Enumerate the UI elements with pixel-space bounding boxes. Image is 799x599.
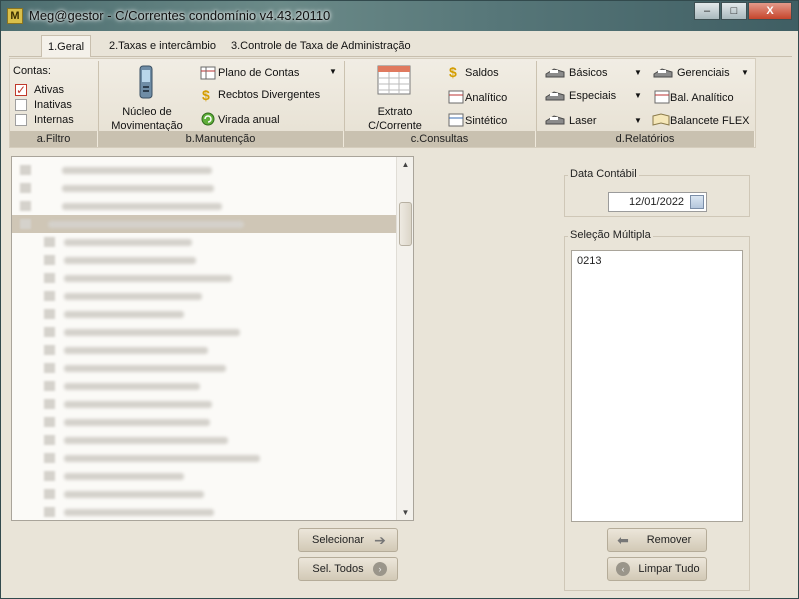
remover-label: Remover — [646, 534, 692, 546]
internas-label: Internas — [34, 114, 74, 126]
tree-row[interactable] — [12, 197, 402, 215]
internas-checkbox[interactable] — [15, 114, 27, 126]
tree-row[interactable] — [12, 305, 402, 323]
circle-arrow-right-icon: › — [373, 562, 387, 576]
tab-controle-taxa[interactable]: 3.Controle de Taxa de Administração — [225, 35, 417, 57]
group-manutencao-label: b.Manutenção — [98, 131, 344, 147]
tree-row[interactable] — [12, 449, 402, 467]
printer-icon — [653, 68, 673, 78]
scroll-up-icon[interactable]: ▲ — [397, 160, 413, 169]
analitico-table-icon — [448, 90, 464, 104]
ativas-checkbox[interactable]: ✓ — [15, 84, 27, 96]
data-contabil-value: 12/01/2022 — [629, 196, 685, 208]
tree-row[interactable] — [12, 341, 402, 359]
dollar-icon: $ — [202, 87, 210, 103]
tree-scrollbar[interactable]: ▲ ▼ — [396, 157, 413, 520]
sel-todos-button[interactable]: Sel. Todos › — [298, 557, 398, 581]
table-icon — [200, 66, 216, 80]
remover-button[interactable]: ⬅ Remover — [607, 528, 707, 552]
limpar-tudo-button[interactable]: ‹ Limpar Tudo — [607, 557, 707, 581]
extrato-label: Extrato C/Corrente — [368, 106, 422, 132]
saldos-button[interactable]: Saldos — [465, 67, 499, 79]
list-item[interactable]: 0213 — [577, 255, 601, 267]
tree-row[interactable] — [12, 413, 402, 431]
balancete-flex-button[interactable]: Balancete FLEX — [670, 115, 750, 127]
tree-row-selected[interactable] — [12, 215, 396, 233]
tree-row[interactable] — [12, 359, 402, 377]
window-title: Meg@gestor - C/Correntes condomínio v4.4… — [29, 8, 331, 23]
book-icon — [652, 113, 670, 126]
tree-row[interactable] — [12, 467, 402, 485]
laser-button[interactable]: Laser — [569, 115, 597, 127]
title-bar: M Meg@gestor - C/Correntes condomínio v4… — [1, 1, 798, 31]
ativas-label: Ativas — [34, 84, 64, 96]
minimize-button[interactable]: – — [694, 2, 720, 20]
maximize-button[interactable]: □ — [721, 2, 747, 20]
cycle-icon — [201, 112, 215, 126]
tree-row[interactable] — [12, 431, 402, 449]
printer-icon — [545, 91, 565, 101]
especiais-chevron-down-icon[interactable]: ▼ — [634, 91, 642, 100]
close-button[interactable]: X — [748, 2, 792, 20]
limpar-tudo-label: Limpar Tudo — [638, 563, 700, 575]
tree-row[interactable] — [12, 287, 402, 305]
nucleo-movimentacao-button[interactable]: Núcleo de Movimentação — [106, 63, 188, 132]
tree-row[interactable] — [12, 179, 402, 197]
scroll-down-icon[interactable]: ▼ — [397, 508, 413, 517]
tree-row[interactable] — [12, 503, 402, 520]
tree-row[interactable] — [12, 269, 402, 287]
plano-contas-button[interactable]: Plano de Contas — [218, 67, 299, 79]
extrato-ccorrente-button[interactable]: Extrato C/Corrente — [355, 63, 435, 132]
saldos-dollar-icon: $ — [449, 64, 457, 80]
main-window: M Meg@gestor - C/Correntes condomínio v4… — [0, 0, 799, 599]
ribbon: Contas: ✓ Ativas Inativas Internas Núcle… — [9, 58, 756, 148]
tree-row[interactable] — [12, 485, 402, 503]
bal-table-icon — [654, 90, 670, 104]
sintetico-table-icon — [448, 113, 464, 127]
accounts-tree[interactable]: ▲ ▼ — [11, 156, 414, 521]
gerenciais-chevron-down-icon[interactable]: ▼ — [741, 68, 749, 77]
tree-row[interactable] — [12, 161, 402, 179]
group-filtro-label: a.Filtro — [10, 131, 98, 147]
group-consultas-label: c.Consultas — [344, 131, 536, 147]
selecao-multipla-label: Seleção Múltipla — [568, 229, 653, 241]
printer-icon — [545, 68, 565, 78]
analitico-button[interactable]: Analítico — [465, 92, 507, 104]
tab-geral[interactable]: 1.Geral — [41, 35, 92, 57]
tree-row[interactable] — [12, 377, 402, 395]
recbtos-divergentes-button[interactable]: Recbtos Divergentes — [218, 89, 320, 101]
data-contabil-input[interactable]: 12/01/2022 — [608, 192, 707, 212]
especiais-button[interactable]: Especiais — [569, 90, 616, 102]
arrow-right-icon: ➔ — [374, 532, 386, 548]
tree-row[interactable] — [12, 251, 402, 269]
tab-taxas[interactable]: 2.Taxas e intercâmbio — [103, 35, 222, 57]
contas-label: Contas: — [13, 65, 51, 77]
tab-bar: 1.Geral 2.Taxas e intercâmbio 3.Controle… — [9, 35, 792, 57]
inativas-checkbox[interactable] — [15, 99, 27, 111]
printer-icon — [545, 115, 565, 125]
nucleo-label: Núcleo de Movimentação — [111, 106, 183, 132]
tree-row[interactable] — [12, 323, 402, 341]
app-logo-icon: M — [7, 8, 23, 24]
device-icon — [139, 65, 153, 99]
bal-analitico-button[interactable]: Bal. Analítico — [670, 92, 734, 104]
virada-anual-button[interactable]: Virada anual — [218, 114, 280, 126]
selecionar-button[interactable]: Selecionar ➔ — [298, 528, 398, 552]
sintetico-button[interactable]: Sintético — [465, 115, 507, 127]
spreadsheet-icon — [377, 65, 411, 95]
group-relatorios-label: d.Relatórios — [536, 131, 755, 147]
calendar-icon[interactable] — [690, 195, 704, 209]
gerenciais-button[interactable]: Gerenciais — [677, 67, 730, 79]
tree-row[interactable] — [12, 395, 402, 413]
tree-row[interactable] — [12, 233, 402, 251]
inativas-label: Inativas — [34, 99, 72, 111]
selecao-list[interactable]: 0213 — [571, 250, 743, 522]
basicos-chevron-down-icon[interactable]: ▼ — [634, 68, 642, 77]
basicos-button[interactable]: Básicos — [569, 67, 608, 79]
chevron-down-icon[interactable]: ▼ — [329, 67, 337, 76]
laser-chevron-down-icon[interactable]: ▼ — [634, 116, 642, 125]
scroll-thumb[interactable] — [399, 202, 412, 246]
data-contabil-label: Data Contábil — [568, 168, 639, 180]
